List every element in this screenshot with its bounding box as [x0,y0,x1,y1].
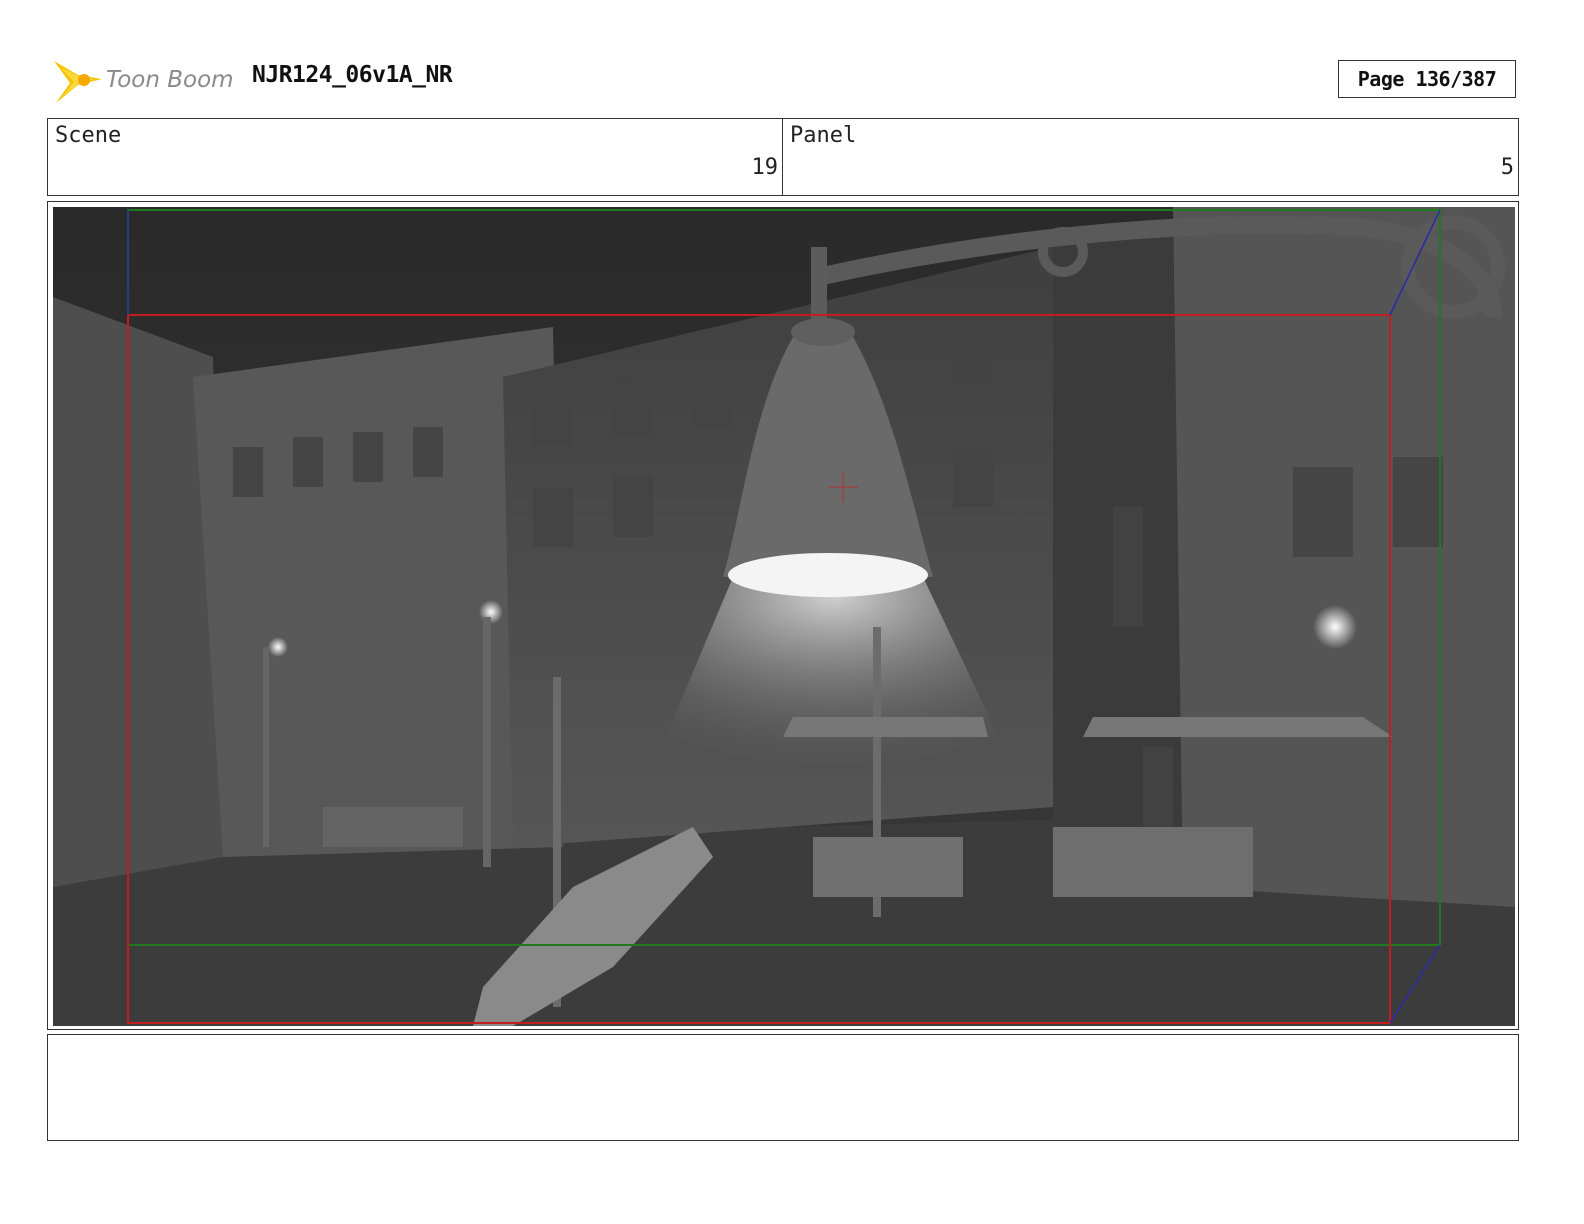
street-lamp-scene-image [53,207,1515,1026]
scene-panel-info: Scene 19 Panel 5 [47,118,1519,196]
document-title: NJR124_06v1A_NR [252,62,453,88]
panel-number: 5 [1500,155,1514,180]
scene-cell: Scene 19 [48,119,783,195]
panel-label: Panel [790,123,857,148]
scene-label: Scene [55,123,122,148]
logo-text: Toon Boom [106,67,234,93]
scene-number: 19 [751,155,779,180]
toon-boom-logo: Toon Boom [50,55,250,107]
panel-cell: Panel 5 [783,119,1518,195]
toon-boom-star-icon [54,61,102,103]
page-indicator: Page 136/387 [1338,60,1516,98]
panel-notes [47,1034,1519,1141]
storyboard-frame [47,201,1519,1030]
